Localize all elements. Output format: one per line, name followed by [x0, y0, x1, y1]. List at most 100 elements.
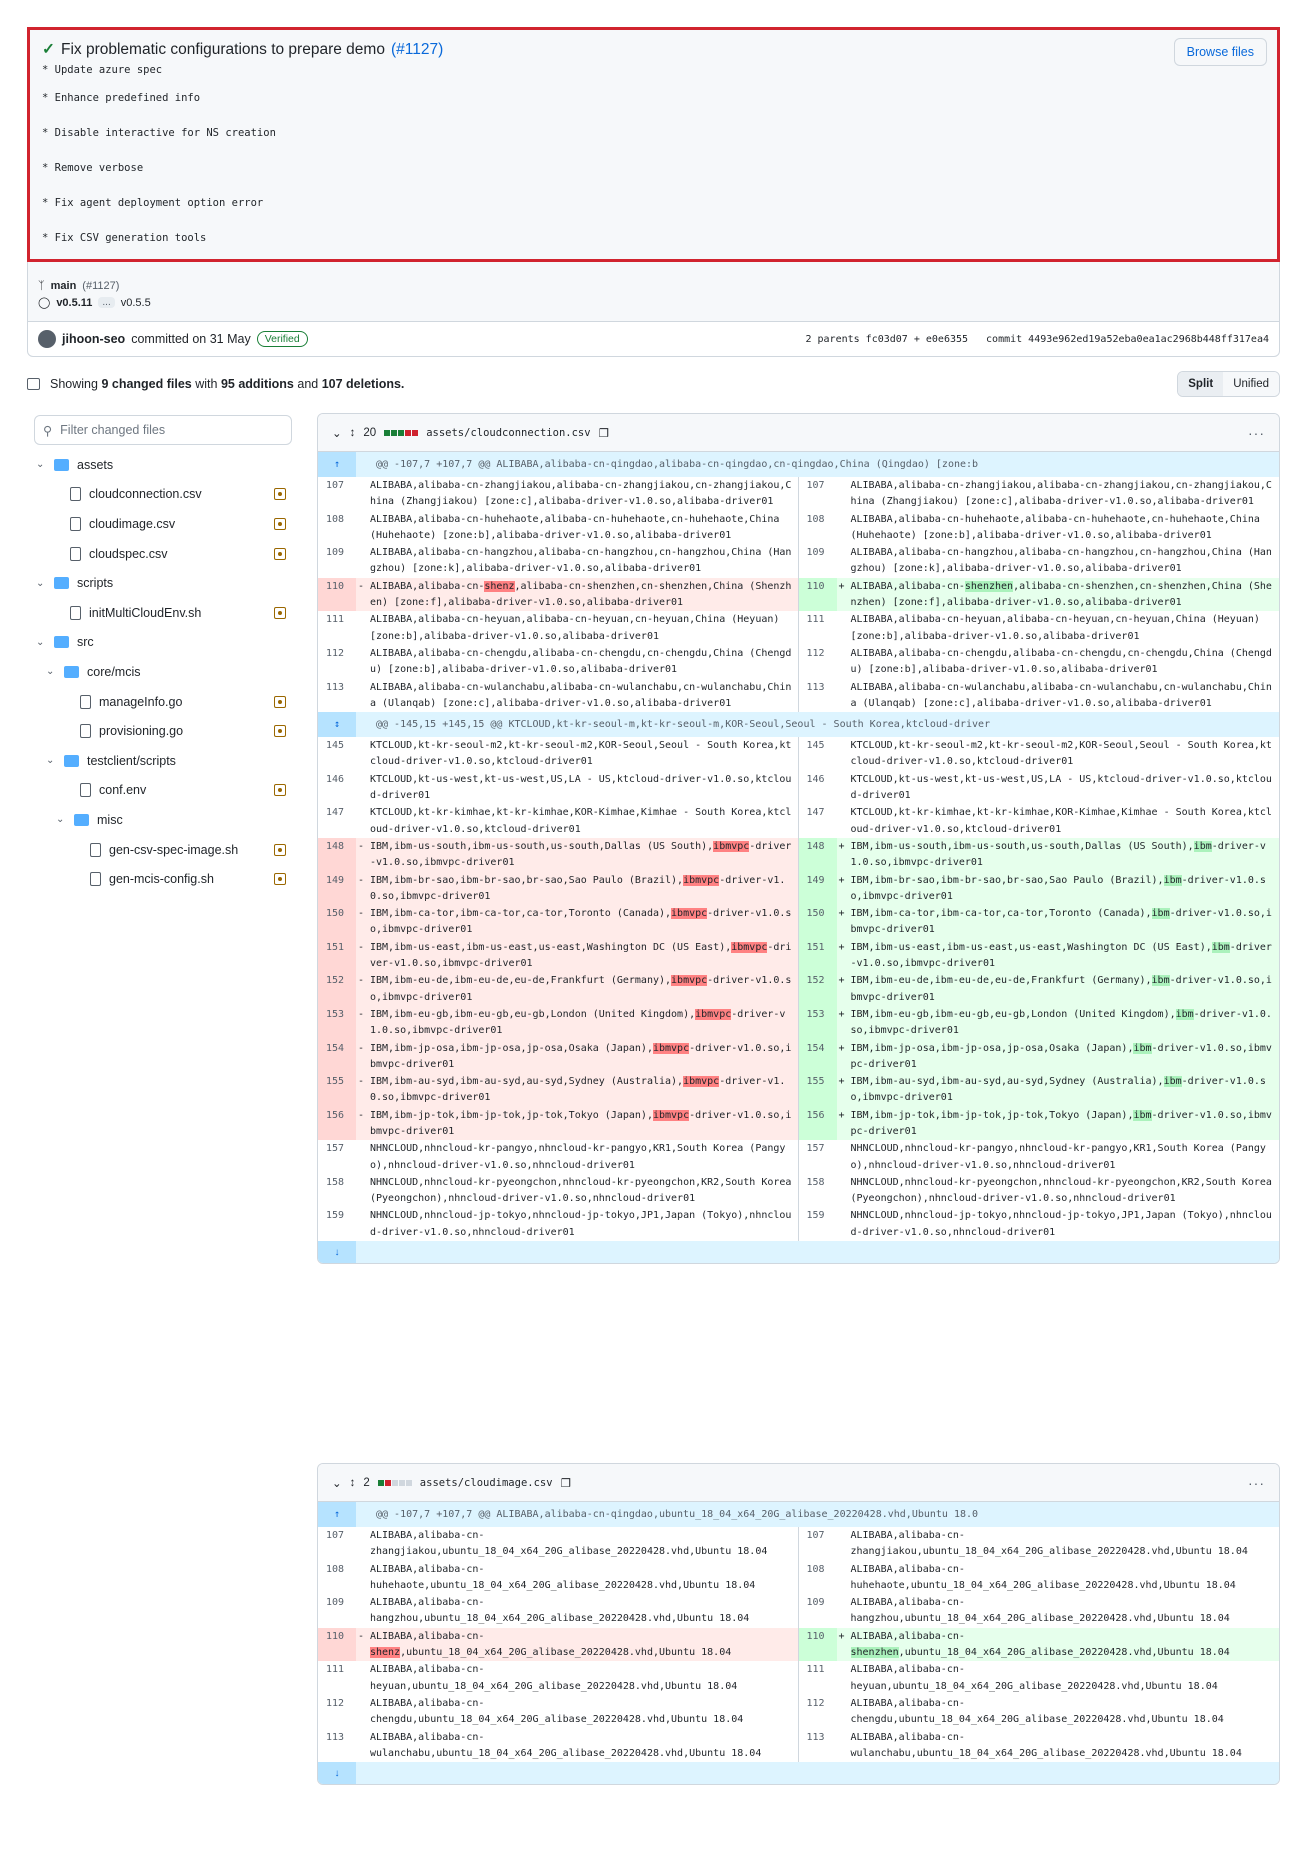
line-number[interactable]: 110: [798, 577, 837, 612]
line-number[interactable]: 113: [318, 1729, 356, 1763]
line-number[interactable]: 152: [798, 972, 837, 1006]
expand-icon[interactable]: ↕: [350, 427, 356, 439]
tree-file[interactable]: cloudconnection.csv: [34, 480, 292, 510]
line-number[interactable]: 112: [799, 1695, 837, 1729]
line-number[interactable]: 150: [318, 905, 356, 939]
line-number[interactable]: 108: [318, 511, 356, 545]
line-number[interactable]: 112: [799, 645, 837, 679]
tree-file[interactable]: provisioning.go: [34, 716, 292, 746]
chevron-down-icon[interactable]: ⌄: [332, 1476, 342, 1490]
line-number[interactable]: 108: [318, 1561, 356, 1595]
line-number[interactable]: 109: [318, 544, 356, 578]
line-number[interactable]: 146: [318, 771, 356, 805]
line-number[interactable]: 109: [799, 544, 837, 578]
more-options-icon[interactable]: ···: [1248, 425, 1265, 441]
pr-link[interactable]: (#1127): [391, 41, 443, 59]
tree-folder[interactable]: ⌄ src: [34, 628, 292, 658]
line-number[interactable]: 107: [799, 477, 837, 511]
line-number[interactable]: 108: [799, 511, 837, 545]
line-number[interactable]: 155: [798, 1073, 837, 1107]
line-number[interactable]: 112: [318, 645, 356, 679]
line-number[interactable]: 154: [318, 1039, 356, 1074]
expand-down-icon[interactable]: ↓: [318, 1762, 356, 1785]
line-number[interactable]: 152: [318, 972, 356, 1006]
branch-name[interactable]: main: [51, 280, 77, 292]
tree-file[interactable]: manageInfo.go: [34, 687, 292, 717]
tree-file[interactable]: initMultiCloudEnv.sh: [34, 598, 292, 628]
line-number[interactable]: 111: [318, 611, 356, 645]
line-number[interactable]: 156: [798, 1106, 837, 1141]
line-number[interactable]: 158: [318, 1174, 356, 1208]
line-number[interactable]: 113: [318, 679, 356, 713]
expand-lines-icon[interactable]: ↕: [318, 712, 356, 738]
tree-folder[interactable]: ⌄ scripts: [34, 568, 292, 598]
line-number[interactable]: 111: [799, 1661, 837, 1695]
filter-input[interactable]: ⚲ Filter changed files: [34, 415, 292, 445]
line-number[interactable]: 113: [799, 1729, 837, 1763]
expand-icon[interactable]: ↕: [350, 1477, 356, 1489]
line-number[interactable]: 149: [798, 871, 837, 906]
line-number[interactable]: 109: [799, 1594, 837, 1628]
author-name[interactable]: jihoon-seo: [62, 332, 125, 346]
tag-latest[interactable]: v0.5.11: [56, 297, 92, 309]
browse-files-button[interactable]: Browse files: [1173, 38, 1267, 66]
line-number[interactable]: 112: [318, 1695, 356, 1729]
parents[interactable]: 2 parents fc03d07 + e0e6355: [805, 334, 968, 345]
tree-file[interactable]: conf.env: [34, 776, 292, 806]
line-number[interactable]: 108: [799, 1561, 837, 1595]
sidebar-toggle-icon[interactable]: [27, 378, 40, 390]
line-number[interactable]: 107: [318, 1527, 356, 1561]
file-path[interactable]: assets/cloudconnection.csv: [426, 427, 590, 439]
line-number[interactable]: 111: [799, 611, 837, 645]
line-number[interactable]: 151: [318, 938, 356, 973]
line-number[interactable]: 157: [799, 1140, 837, 1174]
tree-folder[interactable]: ⌄ misc: [34, 805, 292, 835]
line-number[interactable]: 111: [318, 1661, 356, 1695]
more-options-icon[interactable]: ···: [1248, 1475, 1265, 1491]
line-number[interactable]: 148: [318, 837, 356, 872]
line-number[interactable]: 153: [318, 1005, 356, 1040]
tree-folder[interactable]: ⌄ assets: [34, 450, 292, 480]
chevron-down-icon[interactable]: ⌄: [332, 426, 342, 440]
expand-lines-icon[interactable]: ↑: [318, 1502, 356, 1527]
line-number[interactable]: 159: [799, 1207, 837, 1241]
expand-lines-icon[interactable]: ↑: [318, 452, 356, 477]
unified-button[interactable]: Unified: [1223, 372, 1279, 396]
line-number[interactable]: 159: [318, 1207, 356, 1241]
line-number[interactable]: 145: [799, 737, 837, 771]
line-number[interactable]: 151: [798, 938, 837, 973]
line-number[interactable]: 150: [798, 905, 837, 939]
branch-pr[interactable]: (#1127): [82, 280, 119, 292]
tree-file[interactable]: gen-csv-spec-image.sh: [34, 835, 292, 865]
line-number[interactable]: 107: [799, 1527, 837, 1561]
line-number[interactable]: 110: [318, 1627, 356, 1662]
line-number[interactable]: 110: [318, 577, 356, 612]
tree-file[interactable]: cloudimage.csv: [34, 509, 292, 539]
tree-file[interactable]: cloudspec.csv: [34, 539, 292, 569]
line-number[interactable]: 110: [798, 1627, 837, 1662]
copy-icon[interactable]: ❐: [561, 1476, 571, 1490]
line-number[interactable]: 156: [318, 1106, 356, 1141]
line-number[interactable]: 157: [318, 1140, 356, 1174]
line-number[interactable]: 113: [799, 679, 837, 713]
line-number[interactable]: 153: [798, 1005, 837, 1040]
split-button[interactable]: Split: [1178, 372, 1224, 396]
tree-file[interactable]: gen-mcis-config.sh: [34, 864, 292, 894]
line-number[interactable]: 109: [318, 1594, 356, 1628]
line-number[interactable]: 147: [799, 804, 837, 838]
line-number[interactable]: 154: [798, 1039, 837, 1074]
copy-icon[interactable]: ❐: [599, 426, 609, 440]
verified-badge[interactable]: Verified: [256, 331, 308, 347]
line-number[interactable]: 158: [799, 1174, 837, 1208]
tag-oldest[interactable]: v0.5.5: [121, 297, 151, 309]
avatar[interactable]: [38, 330, 56, 348]
expand-down-icon[interactable]: ↓: [318, 1241, 356, 1264]
tree-folder[interactable]: ⌄ testclient/scripts: [34, 746, 292, 776]
tree-folder[interactable]: ⌄ core/mcis: [34, 657, 292, 687]
line-number[interactable]: 107: [318, 477, 356, 511]
line-number[interactable]: 147: [318, 804, 356, 838]
line-number[interactable]: 148: [798, 837, 837, 872]
file-path[interactable]: assets/cloudimage.csv: [420, 1477, 553, 1489]
line-number[interactable]: 155: [318, 1073, 356, 1107]
line-number[interactable]: 145: [318, 737, 356, 771]
